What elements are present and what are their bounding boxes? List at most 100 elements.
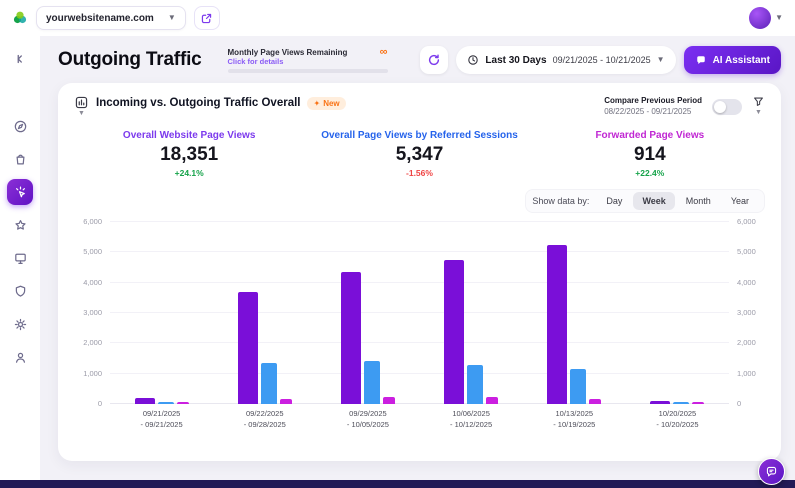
bar-overall-page-views-by-referred-sessions[interactable] [673,402,689,404]
open-site-button[interactable] [194,6,220,30]
chevron-down-icon: ▼ [168,14,176,22]
clock-icon [467,54,479,66]
quota-label: Monthly Page Views Remaining [228,48,348,57]
user-menu[interactable]: ▼ [749,7,783,29]
page-title: Outgoing Traffic [58,49,202,71]
y-tick-label: 4,000 [729,278,765,287]
chevron-down-icon: ▼ [657,56,665,64]
new-badge: ✦ New [307,97,345,110]
site-selector-label: yourwebsitename.com [46,13,154,24]
compare-period-range: 08/22/2025 - 09/21/2025 [604,107,702,116]
filter-icon [752,95,765,108]
shield-icon [13,284,28,299]
sidebar-item-outgoing-traffic[interactable] [7,179,33,205]
sidebar-collapse-button[interactable] [7,46,33,72]
bar-forwarded-page-views[interactable] [177,402,189,404]
header-actions: Last 30 Days 09/21/2025 - 10/21/2025 ▼ A… [420,46,781,74]
stat-label: Overall Page Views by Referred Sessions [304,130,534,141]
main-content: Outgoing Traffic Monthly Page Views Rema… [40,36,795,480]
sidebar-item-display[interactable] [7,245,33,271]
bar-forwarded-page-views[interactable] [280,399,292,404]
quota-widget[interactable]: Monthly Page Views Remaining ∞ Click for… [228,48,388,73]
sidebar-item-account[interactable] [7,344,33,370]
traffic-overview-card: ▼ Incoming vs. Outgoing Traffic Overall … [58,83,781,461]
chevron-down-icon: ▼ [755,109,762,116]
top-bar: yourwebsitename.com ▼ ▼ [0,0,795,36]
bar-forwarded-page-views[interactable] [486,397,498,404]
stat-overall-page-views-by-referred-sessions: Overall Page Views by Referred Sessions5… [304,130,534,178]
bar-forwarded-page-views[interactable] [589,399,601,404]
date-range-picker[interactable]: Last 30 Days 09/21/2025 - 10/21/2025 ▼ [456,46,675,74]
outgoing-traffic-icon [13,185,28,200]
x-axis-labels: 09/21/2025- 09/21/202509/22/2025- 09/28/… [110,409,729,431]
bar-overall-website-page-views[interactable] [444,260,464,404]
sidebar-item-integrations[interactable] [7,212,33,238]
date-range-value: 09/21/2025 - 10/21/2025 [553,55,651,65]
stat-overall-website-page-views: Overall Website Page Views18,351+24.1% [74,130,304,178]
bar-overall-website-page-views[interactable] [135,398,155,404]
bar-groups [110,222,729,404]
period-button-week[interactable]: Week [633,192,674,210]
bar-overall-website-page-views[interactable] [341,272,361,404]
star-icon [13,218,28,233]
bar-forwarded-page-views[interactable] [383,397,395,404]
y-tick-label: 6,000 [729,217,765,226]
sidebar [0,36,40,480]
app-logo-icon [12,10,28,26]
ai-assistant-button[interactable]: AI Assistant [684,46,781,74]
y-tick-label: 3,000 [74,308,110,317]
arrow-left-icon [13,52,27,66]
refresh-button[interactable] [420,46,448,74]
new-badge-label: New [323,99,339,108]
quota-details-link[interactable]: Click for details [228,57,388,66]
card-title: Incoming vs. Outgoing Traffic Overall [96,97,300,109]
chat-icon [695,54,707,66]
period-buttons: DayWeekMonthYear [597,192,758,210]
page-header: Outgoing Traffic Monthly Page Views Rema… [40,36,795,80]
stat-value: 18,351 [74,144,304,166]
bar-overall-page-views-by-referred-sessions[interactable] [570,369,586,404]
bar-overall-website-page-views[interactable] [547,245,567,404]
stat-delta: +22.4% [535,168,765,178]
bar-group [213,222,316,404]
compare-period-label: Compare Previous Period [604,96,702,105]
y-tick-label: 0 [74,399,110,408]
y-tick-label: 0 [729,399,765,408]
bar-overall-page-views-by-referred-sessions[interactable] [364,361,380,404]
period-button-day[interactable]: Day [597,192,631,210]
bar-forwarded-page-views[interactable] [692,402,704,404]
bar-group [110,222,213,404]
chevron-down-icon: ▼ [775,14,783,22]
period-button-year[interactable]: Year [722,192,758,210]
period-selector-row: Show data by: DayWeekMonthYear [74,189,765,213]
avatar [749,7,771,29]
period-button-month[interactable]: Month [677,192,720,210]
sidebar-item-products[interactable] [7,146,33,172]
site-selector[interactable]: yourwebsitename.com ▼ [36,6,186,30]
compare-period-block: Compare Previous Period 08/22/2025 - 09/… [604,96,702,116]
infinity-icon: ∞ [380,48,388,57]
bar-overall-page-views-by-referred-sessions[interactable] [261,363,277,404]
chat-fab[interactable] [758,458,785,485]
stat-value: 914 [535,144,765,166]
gear-icon [13,317,28,332]
bar-overall-website-page-views[interactable] [238,292,258,404]
y-tick-label: 1,000 [729,369,765,378]
bar-overall-page-views-by-referred-sessions[interactable] [158,402,174,404]
bar-overall-page-views-by-referred-sessions[interactable] [467,365,483,404]
chart-card-icon[interactable]: ▼ [74,95,89,117]
filter-button[interactable]: ▼ [752,95,765,116]
show-data-by-label: Show data by: [532,196,589,206]
sidebar-item-security[interactable] [7,278,33,304]
compass-icon [13,119,28,134]
date-range-preset: Last 30 Days [485,55,546,66]
sidebar-item-settings[interactable] [7,311,33,337]
ai-assistant-label: AI Assistant [713,55,770,66]
compare-period-toggle[interactable] [712,99,742,115]
bar-overall-website-page-views[interactable] [650,401,670,404]
y-tick-label: 1,000 [74,369,110,378]
stat-label: Forwarded Page Views [535,130,765,141]
user-icon [13,350,28,365]
app-root: yourwebsitename.com ▼ ▼ [0,0,795,488]
sidebar-item-dashboard[interactable] [7,113,33,139]
